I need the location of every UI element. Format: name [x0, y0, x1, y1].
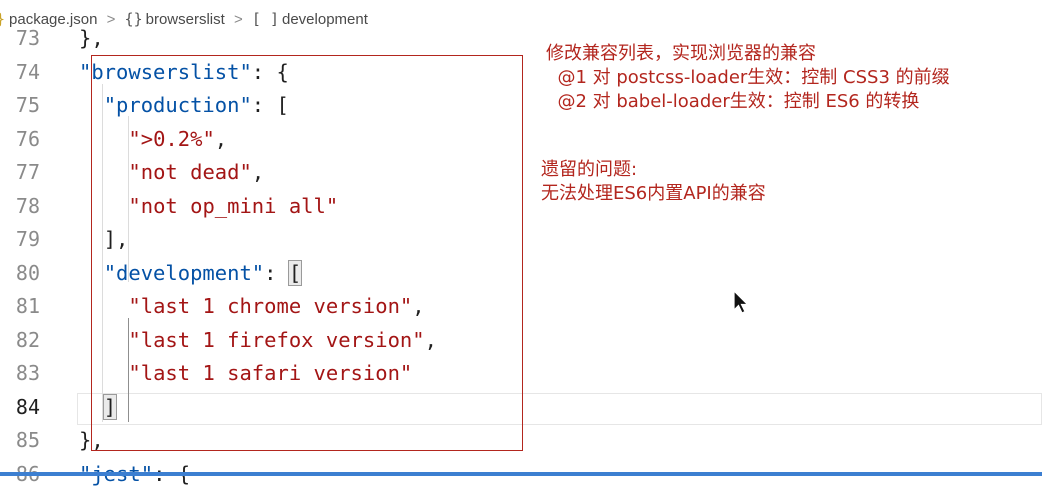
annotation-note-compat: 修改兼容列表，实现浏览器的兼容 @1 对 postcss-loader生效：控制… [546, 42, 950, 114]
json-punctuation: }, [79, 26, 104, 50]
line-number: 85 [0, 424, 40, 458]
line-number: 73 [0, 22, 40, 56]
line-number: 76 [0, 123, 40, 157]
line-number: 82 [0, 324, 40, 358]
annotation-box [91, 55, 523, 451]
line-number: 83 [0, 357, 40, 391]
line-number: 84 [0, 391, 40, 425]
line-number: 81 [0, 290, 40, 324]
line-number: 79 [0, 223, 40, 257]
line-number: 80 [0, 257, 40, 291]
mouse-pointer-icon [732, 290, 750, 316]
code-text: }, [77, 22, 104, 56]
line-number: 75 [0, 89, 40, 123]
line-number: 78 [0, 190, 40, 224]
line-number: 77 [0, 156, 40, 190]
status-bar [0, 472, 1042, 476]
line-number: 74 [0, 56, 40, 90]
annotation-note-issue: 遗留的问题: 无法处理ES6内置API的兼容 [541, 158, 766, 206]
